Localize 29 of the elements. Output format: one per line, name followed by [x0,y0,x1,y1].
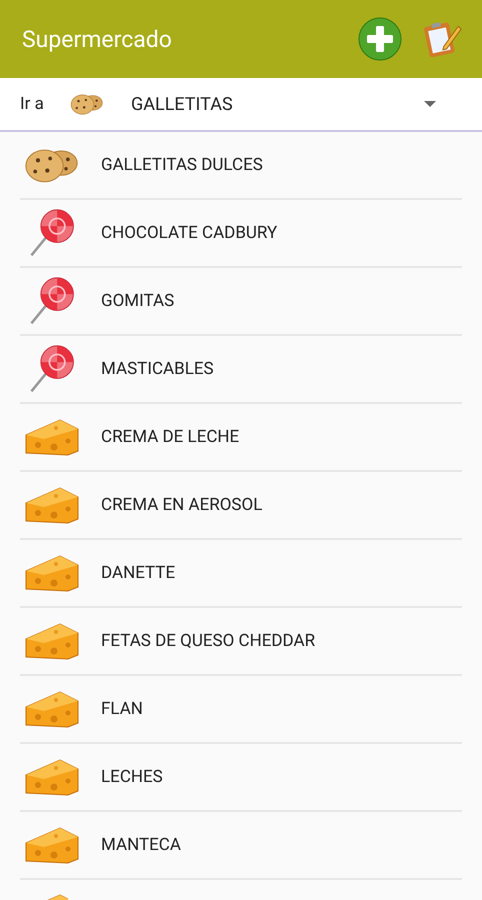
list-item[interactable]: FLAN [20,676,462,744]
list-item[interactable]: MANTECA [20,812,462,880]
caret-icon [424,101,436,107]
cookie-icon [70,92,104,116]
item-name: CHOCOLATE CADBURY [101,223,278,243]
list-item[interactable]: DANETTE [20,540,462,608]
item-name: FLAN [101,699,143,719]
list-item[interactable]: CREMA EN AEROSOL [20,472,462,540]
list-item[interactable]: FETAS DE QUESO CHEDDAR [20,608,462,676]
item-name: CREMA DE LECHE [101,427,240,447]
list-item[interactable]: CHOCOLATE CADBURY [20,200,462,268]
item-name: CREMA EN AEROSOL [101,495,262,515]
item-name: MANTECA [101,835,181,855]
list-item[interactable]: GOMITAS [20,268,462,336]
category-dropdown[interactable]: Ir a GALLETITAS [0,78,482,132]
dropdown-label: Ir a [20,94,45,114]
dropdown-value: GALLETITAS [131,94,234,114]
app-title: Supermercado [22,26,173,52]
list-item[interactable]: MASTICABLES [20,336,462,404]
item-name: GALLETITAS DULCES [101,155,263,175]
item-name: DANETTE [101,563,176,583]
add-button[interactable] [356,15,404,63]
item-name: GOMITAS [101,291,174,311]
list-item[interactable]: GALLETITAS DULCES [20,132,462,200]
list-item[interactable]: LECHES [20,744,462,812]
item-name: MASTICABLES [101,359,214,379]
item-name: LECHES [101,767,163,787]
list-item[interactable]: CREMA DE LECHE [20,404,462,472]
item-name: FETAS DE QUESO CHEDDAR [101,631,316,651]
